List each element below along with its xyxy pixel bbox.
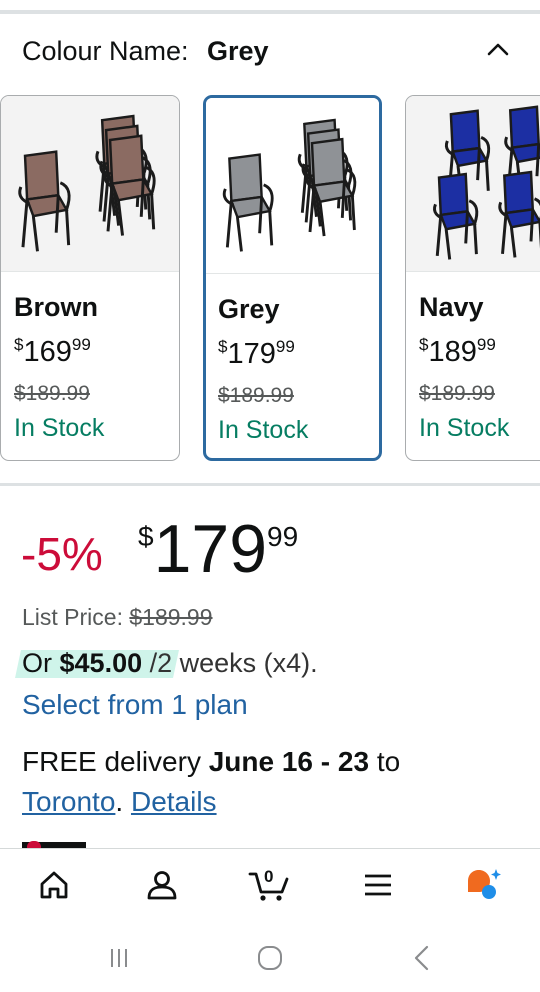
rufus-icon[interactable]	[464, 865, 504, 905]
installment-offer: Or $45.00 /2 weeks (x4).	[15, 648, 318, 679]
swatch-name: Grey	[218, 294, 280, 324]
swatch-card-brown[interactable]: Brown $16999 $189.99 In Stock	[0, 95, 180, 461]
swatch-name: Brown	[14, 292, 98, 322]
swatch-name: Navy	[419, 292, 484, 322]
chair-image-grey	[206, 98, 379, 274]
colour-name-value: Grey	[207, 36, 269, 66]
colour-selector-header[interactable]: Colour Name: Grey	[22, 36, 522, 72]
swatch-stock: In Stock	[14, 414, 105, 442]
discount-percent: -5%	[21, 528, 103, 580]
colour-swatch-carousel[interactable]: Brown $16999 $189.99 In Stock Grey $1799…	[0, 95, 540, 463]
recents-icon[interactable]	[104, 943, 134, 973]
home-circle-icon[interactable]	[255, 943, 285, 973]
swatch-was-price: $189.99	[419, 382, 495, 405]
section-divider	[0, 483, 540, 486]
swatch-was-price: $189.99	[218, 384, 294, 407]
chair-illustration	[222, 118, 357, 252]
delivery-location: Toronto. Details	[22, 786, 217, 817]
chair-image-brown	[1, 96, 179, 272]
cart-count-badge: 0	[264, 867, 274, 886]
chevron-up-icon[interactable]	[484, 38, 512, 62]
menu-icon[interactable]	[358, 865, 398, 905]
chair-illustration	[433, 105, 540, 260]
current-price: $17999	[138, 511, 299, 587]
swatch-stock: In Stock	[218, 416, 309, 444]
chair-illustration	[18, 114, 156, 252]
colour-name-label: Colour Name:	[22, 36, 189, 66]
cart-icon[interactable]: 0	[248, 865, 292, 905]
delivery-info: FREE delivery June 16 - 23 to	[22, 746, 401, 777]
chair-image-navy	[406, 96, 540, 272]
swatch-price: $16999	[14, 335, 91, 368]
bottom-tab-bar: 0	[0, 848, 540, 924]
account-icon[interactable]	[142, 865, 182, 905]
delivery-city-link[interactable]: Toronto	[22, 786, 115, 817]
select-plan-link[interactable]: Select from 1 plan	[22, 689, 248, 721]
swatch-stock: In Stock	[419, 414, 510, 442]
delivery-details-link[interactable]: Details	[131, 786, 217, 817]
swatch-card-grey[interactable]: Grey $17999 $189.99 In Stock	[203, 95, 382, 461]
swatch-was-price: $189.99	[14, 382, 90, 405]
swatch-price: $18999	[419, 335, 496, 368]
swatch-price: $17999	[218, 337, 295, 370]
system-navigation-bar	[0, 924, 540, 992]
swatch-card-navy[interactable]: Navy $18999 $189.99 In Stock	[405, 95, 540, 461]
back-icon[interactable]	[407, 943, 437, 973]
top-divider	[0, 10, 540, 14]
list-price: List Price: $189.99	[22, 604, 213, 630]
home-icon[interactable]	[34, 865, 74, 905]
